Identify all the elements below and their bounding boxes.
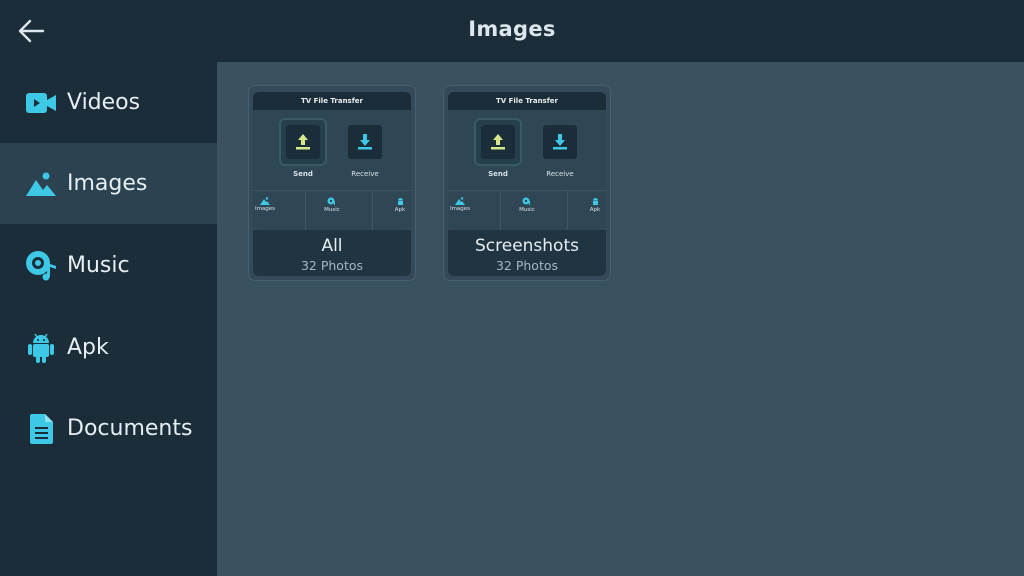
thumbnail-receive-label: Receive xyxy=(351,170,379,178)
sidebar-item-documents[interactable]: Documents xyxy=(0,388,217,469)
sidebar-item-label: Documents xyxy=(67,416,193,441)
sidebar-item-label: Images xyxy=(67,171,148,196)
thumbnail-tab-music: Music xyxy=(312,197,352,213)
top-bar: Images xyxy=(0,0,1024,62)
sidebar-item-apk[interactable]: Apk xyxy=(0,307,217,388)
thumbnail-tab-apk: Apk xyxy=(380,197,411,213)
folder-info: All 32 Photos xyxy=(253,230,411,276)
thumbnail-tab-apk: Apk xyxy=(575,197,606,213)
thumbnail-receive-tile xyxy=(536,118,584,166)
folder-name: Screenshots xyxy=(474,236,579,256)
thumbnail-tab-images: Images xyxy=(253,197,285,212)
image-icon xyxy=(455,197,465,205)
thumbnail-header: TV File Transfer xyxy=(448,92,606,110)
thumbnail-receive-label: Receive xyxy=(546,170,574,178)
sidebar-item-label: Music xyxy=(67,253,130,278)
sidebar-item-music[interactable]: Music xyxy=(0,225,217,306)
android-icon xyxy=(24,331,58,365)
upload-icon xyxy=(491,134,505,150)
sidebar-item-images[interactable]: Images xyxy=(0,143,217,224)
folder-count: 32 Photos xyxy=(495,258,559,273)
image-icon xyxy=(24,167,58,201)
video-icon xyxy=(24,86,58,120)
thumbnail-send-label: Send xyxy=(293,170,313,178)
folder-thumbnail: TV File Transfer Send Receive Images Mus… xyxy=(253,92,411,230)
sidebar-item-videos[interactable]: Videos xyxy=(0,62,217,143)
music-icon xyxy=(327,197,335,205)
sidebar-item-label: Apk xyxy=(67,335,109,360)
thumbnail-tabs: Images Music Apk xyxy=(253,190,411,230)
sidebar-item-label: Videos xyxy=(67,90,141,115)
folder-card-all[interactable]: TV File Transfer Send Receive Images Mus… xyxy=(248,85,416,281)
upload-icon xyxy=(296,134,310,150)
sidebar: Videos Images Music Apk Documents xyxy=(0,62,217,576)
folder-count: 32 Photos xyxy=(300,258,364,273)
image-icon xyxy=(260,197,270,205)
thumbnail-send-tile xyxy=(474,118,522,166)
thumbnail-send-tile xyxy=(279,118,327,166)
thumbnail-tabs: Images Music Apk xyxy=(448,190,606,230)
folder-card-screenshots[interactable]: TV File Transfer Send Receive Images Mus… xyxy=(443,85,611,281)
android-icon xyxy=(397,198,403,205)
document-icon xyxy=(24,412,58,446)
music-icon xyxy=(522,197,530,205)
folder-thumbnail: TV File Transfer Send Receive Images Mus… xyxy=(448,92,606,230)
android-icon xyxy=(592,198,598,205)
thumbnail-tab-music: Music xyxy=(507,197,547,213)
thumbnail-tab-images: Images xyxy=(448,197,480,212)
folder-name: All xyxy=(321,236,343,256)
music-icon xyxy=(24,249,58,283)
thumbnail-header: TV File Transfer xyxy=(253,92,411,110)
download-icon xyxy=(553,134,567,150)
folder-info: Screenshots 32 Photos xyxy=(448,230,606,276)
download-icon xyxy=(358,134,372,150)
thumbnail-send-label: Send xyxy=(488,170,508,178)
page-title: Images xyxy=(468,17,556,41)
thumbnail-receive-tile xyxy=(341,118,389,166)
